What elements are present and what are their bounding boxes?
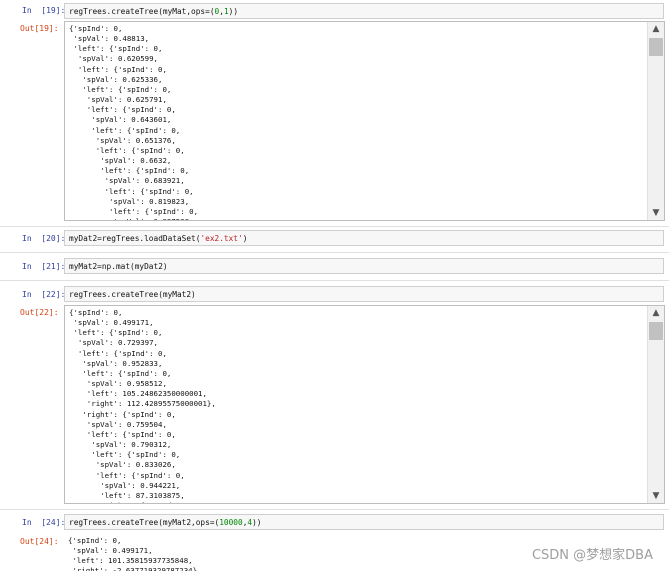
cell-divider	[0, 280, 669, 281]
code-input-24[interactable]: regTrees.createTree(myMat2,ops=(10000,4)…	[64, 514, 664, 530]
cell-divider	[0, 252, 669, 253]
scroll-down-icon[interactable]: ▼	[648, 206, 664, 220]
cell-divider	[0, 509, 669, 510]
code-token: myMat2=np.mat(myDat2)	[69, 262, 168, 271]
watermark: CSDN @梦想家DBA	[531, 548, 653, 563]
input-prompt-24: In [24]:	[22, 518, 66, 527]
code-input-21[interactable]: myMat2=np.mat(myDat2)	[64, 258, 664, 274]
output-area-22[interactable]: {'spInd': 0, 'spVal': 0.499171, 'left': …	[64, 305, 665, 504]
output-scrollbar-22[interactable]: ▲ ▼	[647, 306, 664, 503]
code-token-string: 'ex2.txt'	[200, 234, 243, 243]
code-token: myDat2=regTrees.loadDataSet(	[69, 234, 201, 243]
scroll-up-icon[interactable]: ▲	[648, 306, 664, 320]
cell-divider	[0, 226, 669, 227]
output-prompt-22: Out[22]:	[20, 308, 59, 317]
code-token: regTrees.createTree(myMat2)	[69, 290, 196, 299]
code-input-22[interactable]: regTrees.createTree(myMat2)	[64, 286, 664, 302]
input-prompt-19: In [19]:	[22, 6, 66, 15]
output-prompt-19: Out[19]:	[20, 24, 59, 33]
output-text-24: {'spInd': 0, 'spVal': 0.499171, 'left': …	[68, 536, 198, 571]
code-token: ))	[228, 7, 239, 16]
output-scrollbar-19[interactable]: ▲ ▼	[647, 22, 664, 220]
input-prompt-20: In [20]:	[22, 234, 66, 243]
output-text-22: {'spInd': 0, 'spVal': 0.499171, 'left': …	[69, 308, 216, 503]
scroll-thumb[interactable]	[649, 322, 663, 340]
output-area-19[interactable]: {'spInd': 0, 'spVal': 0.48813, 'left': {…	[64, 21, 665, 221]
code-token: regTrees.createTree(myMat2,ops=(	[69, 518, 220, 527]
code-token-number: 10000	[219, 518, 243, 527]
output-text-19: {'spInd': 0, 'spVal': 0.48813, 'left': {…	[69, 24, 199, 220]
code-token: )	[242, 234, 248, 243]
scroll-up-icon[interactable]: ▲	[648, 22, 664, 36]
input-prompt-22: In [22]:	[22, 290, 66, 299]
code-token: regTrees.createTree(myMat,ops=(	[69, 7, 215, 16]
input-prompt-21: In [21]:	[22, 262, 66, 271]
scroll-down-icon[interactable]: ▼	[648, 489, 664, 503]
code-token: ))	[252, 518, 262, 527]
output-prompt-24: Out[24]:	[20, 537, 59, 546]
code-input-19[interactable]: regTrees.createTree(myMat,ops=(0,1))	[64, 3, 664, 19]
scroll-thumb[interactable]	[649, 38, 663, 56]
code-input-20[interactable]: myDat2=regTrees.loadDataSet('ex2.txt')	[64, 230, 664, 246]
